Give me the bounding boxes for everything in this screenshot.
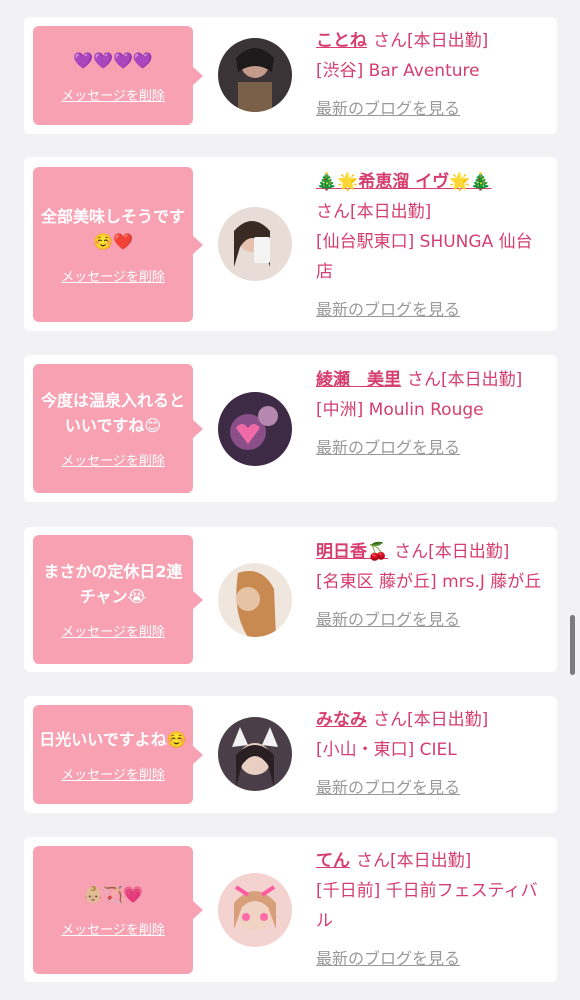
avatar[interactable] bbox=[218, 207, 292, 281]
message-bubble: まさかの定休日2連チャン😭 メッセージを削除 bbox=[33, 535, 203, 664]
message-card: 💜💜💜💜 メッセージを削除 ことね さん[本日出勤] [渋谷] Bar Avent… bbox=[24, 17, 557, 134]
attendance-status: さん[本日出勤] bbox=[316, 202, 432, 222]
avatar[interactable] bbox=[218, 873, 292, 947]
shop-label: [小山・東口] CIEL bbox=[316, 740, 457, 760]
cast-name-link[interactable]: ことね bbox=[316, 31, 367, 51]
card-info: ことね さん[本日出勤] [渋谷] Bar Aventure 最新のブログを見る bbox=[316, 26, 548, 124]
message-text: 💜💜💜💜 bbox=[73, 50, 153, 70]
message-text: 全部美味しそうです☺️❤️ bbox=[40, 207, 185, 251]
message-bubble: 💜💜💜💜 メッセージを削除 bbox=[33, 26, 203, 125]
shop-label: [仙台駅東口] SHUNGA 仙台店 bbox=[316, 232, 533, 282]
latest-blog-link[interactable]: 最新のブログを見る bbox=[316, 295, 548, 325]
message-bubble: 全部美味しそうです☺️❤️ メッセージを削除 bbox=[33, 167, 203, 322]
delete-message-link[interactable]: メッセージを削除 bbox=[61, 919, 165, 938]
cast-name-link[interactable]: てん bbox=[316, 851, 350, 871]
shop-label: [中洲] Moulin Rouge bbox=[316, 400, 484, 420]
latest-blog-link[interactable]: 最新のブログを見る bbox=[316, 94, 548, 124]
avatar[interactable] bbox=[218, 717, 292, 791]
card-info: みなみ さん[本日出勤] [小山・東口] CIEL 最新のブログを見る bbox=[316, 705, 548, 803]
delete-message-link[interactable]: メッセージを削除 bbox=[61, 266, 165, 285]
card-info: 🎄🌟希恵溜 イヴ🌟🎄 さん[本日出勤] [仙台駅東口] SHUNGA 仙台店 最… bbox=[316, 167, 548, 325]
latest-blog-link[interactable]: 最新のブログを見る bbox=[316, 433, 548, 463]
message-bubble: 👶🏼🏹💗 メッセージを削除 bbox=[33, 846, 203, 974]
message-bubble: 今度は温泉入れるといいですね😊 メッセージを削除 bbox=[33, 364, 203, 493]
message-text: 日光いいですよね☺️ bbox=[39, 729, 187, 749]
shop-label: [千日前] 千日前フェスティバル bbox=[316, 881, 538, 931]
attendance-status: さん[本日出勤] bbox=[373, 31, 489, 51]
message-card: 👶🏼🏹💗 メッセージを削除 てん さん[本日出勤] [千日前] 千日前フェスティバ… bbox=[24, 837, 557, 982]
shop-label: [名東区 藤が丘] mrs.J 藤が丘 bbox=[316, 572, 542, 592]
avatar[interactable] bbox=[218, 392, 292, 466]
message-text: 今度は温泉入れるといいですね😊 bbox=[40, 391, 185, 435]
message-bubble: 日光いいですよね☺️ メッセージを削除 bbox=[33, 705, 203, 804]
card-info: てん さん[本日出勤] [千日前] 千日前フェスティバル 最新のブログを見る bbox=[316, 846, 548, 974]
latest-blog-link[interactable]: 最新のブログを見る bbox=[316, 605, 548, 635]
latest-blog-link[interactable]: 最新のブログを見る bbox=[316, 944, 548, 974]
message-card: 全部美味しそうです☺️❤️ メッセージを削除 🎄🌟希恵溜 イヴ🌟🎄 さん[本日出… bbox=[24, 157, 557, 331]
cast-name-link[interactable]: みなみ bbox=[316, 710, 367, 730]
cast-name-link[interactable]: 綾瀬 美里 bbox=[316, 370, 401, 390]
attendance-status: さん[本日出勤] bbox=[356, 851, 472, 871]
avatar[interactable] bbox=[218, 38, 292, 112]
scrollbar-thumb[interactable] bbox=[570, 615, 575, 675]
avatar[interactable] bbox=[218, 563, 292, 637]
delete-message-link[interactable]: メッセージを削除 bbox=[61, 621, 165, 640]
message-list: 💜💜💜💜 メッセージを削除 ことね さん[本日出勤] [渋谷] Bar Avent… bbox=[0, 0, 580, 1000]
card-info: 明日香🍒 さん[本日出勤] [名東区 藤が丘] mrs.J 藤が丘 最新のブログを… bbox=[316, 537, 548, 635]
attendance-status: さん[本日出勤] bbox=[373, 710, 489, 730]
attendance-status: さん[本日出勤] bbox=[394, 542, 510, 562]
delete-message-link[interactable]: メッセージを削除 bbox=[61, 450, 165, 469]
shop-label: [渋谷] Bar Aventure bbox=[316, 61, 480, 81]
card-info: 綾瀬 美里 さん[本日出勤] [中洲] Moulin Rouge 最新のブログを見… bbox=[316, 365, 548, 463]
delete-message-link[interactable]: メッセージを削除 bbox=[61, 764, 165, 783]
latest-blog-link[interactable]: 最新のブログを見る bbox=[316, 773, 548, 803]
cast-name-link[interactable]: 明日香🍒 bbox=[316, 542, 388, 562]
message-text: まさかの定休日2連チャン😭 bbox=[43, 562, 183, 606]
message-card: 日光いいですよね☺️ メッセージを削除 みなみ さん[本日出勤] [小山・東口] … bbox=[24, 696, 557, 813]
cast-name-link[interactable]: 🎄🌟希恵溜 イヴ🌟🎄 bbox=[316, 172, 492, 192]
attendance-status: さん[本日出勤] bbox=[407, 370, 523, 390]
delete-message-link[interactable]: メッセージを削除 bbox=[61, 85, 165, 104]
message-card: 今度は温泉入れるといいですね😊 メッセージを削除 綾瀬 美里 さん[本日出勤] [… bbox=[24, 355, 557, 502]
message-text: 👶🏼🏹💗 bbox=[83, 885, 143, 904]
message-card: まさかの定休日2連チャン😭 メッセージを削除 明日香🍒 さん[本日出勤] [名東区… bbox=[24, 527, 557, 672]
